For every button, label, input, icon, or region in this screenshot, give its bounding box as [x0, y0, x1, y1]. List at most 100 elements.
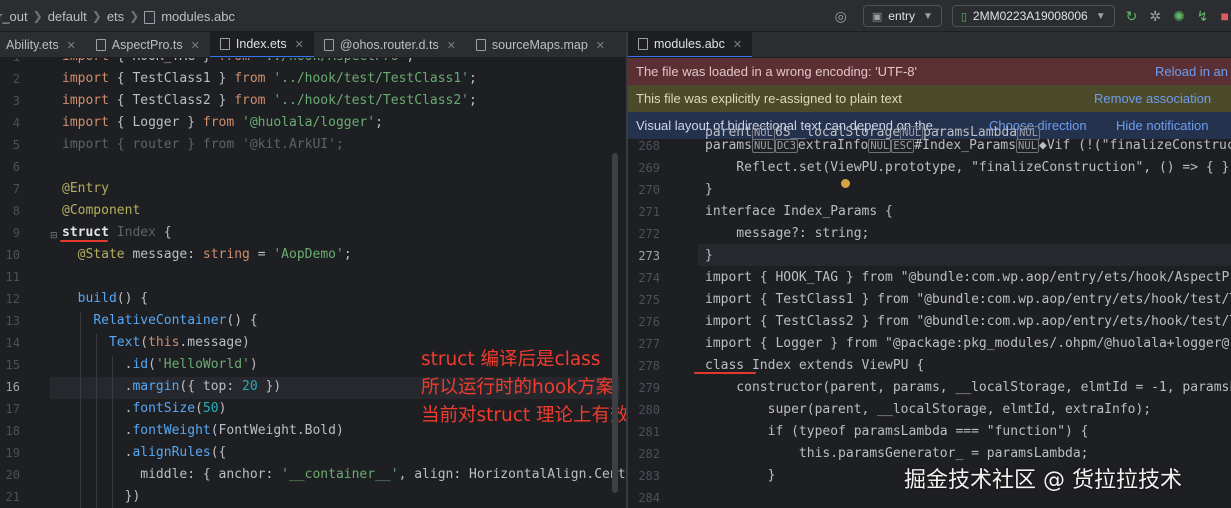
- phone-icon: ▯: [960, 10, 967, 23]
- editor-right[interactable]: The file was loaded in a wrong encoding:…: [628, 58, 1231, 508]
- target-icon[interactable]: ◎: [835, 8, 847, 25]
- line-number: 14: [5, 336, 20, 350]
- code-line: }): [62, 489, 141, 504]
- rerun-icon[interactable]: ↻: [1126, 8, 1138, 25]
- code-line: import { TestClass2 } from "@bundle:com.…: [705, 314, 1231, 329]
- annotation-line: struct 编译后是class: [421, 349, 601, 370]
- tab-ability[interactable]: Ability.ets ✕: [0, 32, 86, 57]
- scrollbar-thumb[interactable]: [612, 153, 618, 493]
- code-line: .fontSize(50): [62, 401, 227, 416]
- code-line: Text(this.message): [108, 335, 250, 350]
- chevron-down-icon: ▼: [1095, 10, 1106, 22]
- tab-aspectpro[interactable]: AspectPro.ts ✕: [86, 32, 210, 57]
- breadcrumb-item-out[interactable]: r_out: [0, 9, 28, 24]
- tab-label: Ability.ets: [6, 38, 59, 52]
- code-line: import { HOOK_TAG } from '../hook/Aspect…: [62, 58, 414, 68]
- line-number: 16: [5, 380, 20, 394]
- annotation-line: 当前对struct 理论上有效: [421, 405, 626, 426]
- code-line: }: [705, 248, 713, 263]
- file-icon: [475, 39, 486, 51]
- line-number: 10: [5, 248, 20, 262]
- banner-text: This file was explicitly re-assigned to …: [636, 91, 902, 106]
- chevron-right-icon: ❯: [32, 9, 43, 23]
- line-number: 2: [12, 72, 20, 86]
- line-number: 6: [12, 160, 20, 174]
- line-number: 18: [5, 424, 20, 438]
- close-icon[interactable]: ✕: [191, 39, 200, 52]
- line-number: 4: [12, 116, 20, 130]
- file-icon: [219, 38, 230, 50]
- code-line: .id('HelloWorld'): [62, 357, 258, 372]
- tab-sourcemaps[interactable]: sourceMaps.map ✕: [466, 32, 615, 57]
- breadcrumb-item-default[interactable]: default: [48, 9, 87, 24]
- class-underline: [694, 372, 756, 374]
- line-number: 5: [12, 138, 20, 152]
- code-line: }: [705, 182, 713, 197]
- editor-tabs-right: modules.abc ✕: [628, 32, 1231, 58]
- file-icon: [95, 39, 106, 51]
- device-label: 2MM0223A19008006: [972, 9, 1088, 23]
- breadcrumb-item-ets[interactable]: ets: [107, 9, 124, 24]
- hide-notification-link[interactable]: Hide notification: [1116, 118, 1209, 133]
- toolbar: ◎ ▣ entry ▼ ▯ 2MM0223A19008006 ▼ ↻ ✲ ✺ ↯…: [829, 0, 1231, 32]
- chevron-down-icon: ▼: [922, 10, 933, 22]
- reload-encoding-link[interactable]: Reload in an: [1155, 64, 1228, 79]
- bug-icon[interactable]: ✺: [1173, 8, 1185, 25]
- struct-underline: [60, 240, 108, 242]
- line-number: 13: [5, 314, 20, 328]
- code-line: .fontWeight(FontWeight.Bold): [62, 423, 344, 438]
- remove-association-link[interactable]: Remove association: [1094, 91, 1211, 106]
- code-line: constructor(parent, params, __localStora…: [705, 380, 1231, 395]
- attach-icon[interactable]: ↯: [1197, 8, 1209, 25]
- close-icon[interactable]: ✕: [67, 39, 76, 52]
- code-area: parent NUL 6S__localStorage NUL paramsLambda…: [628, 125, 1231, 508]
- tab-router[interactable]: @ohos.router.d.ts ✕: [314, 32, 466, 57]
- plain-text-banner: This file was explicitly re-assigned to …: [628, 85, 1231, 112]
- run-config-label: entry: [888, 9, 915, 23]
- run-config-dropdown[interactable]: ▣ entry ▼: [862, 5, 942, 27]
- tab-index[interactable]: Index.ets ✕: [209, 32, 314, 57]
- close-icon[interactable]: ✕: [596, 39, 605, 52]
- file-icon: [323, 39, 334, 51]
- chevron-right-icon: ❯: [91, 9, 102, 23]
- device-dropdown[interactable]: ▯ 2MM0223A19008006 ▼: [951, 5, 1115, 27]
- breadcrumb: r_out ❯ default ❯ ets ❯ modules.abc: [0, 0, 235, 32]
- code-line: build() {: [77, 291, 149, 306]
- stop-icon[interactable]: ■: [1221, 8, 1229, 24]
- line-number: 20: [5, 468, 20, 482]
- line-number: 17: [5, 402, 20, 416]
- close-icon[interactable]: ✕: [447, 39, 456, 52]
- code-line: Reflect.set(ViewPU.prototype, "finalizeC…: [705, 160, 1231, 175]
- tab-label: sourceMaps.map: [491, 38, 588, 52]
- annotation-line: 所以运行时的hook方案,: [421, 377, 620, 398]
- line-number: 1: [0, 58, 20, 68]
- code-line: import { Logger } from '@huolala/logger'…: [62, 115, 383, 130]
- debug-icon[interactable]: ✲: [1149, 8, 1161, 25]
- navigation-bar: r_out ❯ default ❯ ets ❯ modules.abc ◎ ▣ …: [0, 0, 1231, 32]
- tab-label: AspectPro.ts: [111, 38, 183, 52]
- code-line: RelativeContainer() {: [93, 313, 258, 328]
- current-line-highlight: [698, 244, 1231, 266]
- tab-modules-abc[interactable]: modules.abc ✕: [628, 32, 753, 57]
- code-line: }: [705, 468, 776, 483]
- line-number: 15: [5, 358, 20, 372]
- code-line: super(parent, __localStorage, elmtId, ex…: [705, 402, 1152, 417]
- editor-left[interactable]: 1 2 3 4 5 6 7 8 9 10 11 12 13 14 15 16 1…: [0, 58, 626, 508]
- bulb-icon[interactable]: [841, 179, 850, 188]
- line-number: 3: [12, 94, 20, 108]
- line-number: 11: [5, 270, 20, 284]
- line-number-gutter: 1 2 3 4 5 6 7 8 9 10 11 12 13 14 15 16 1…: [0, 58, 58, 508]
- close-icon[interactable]: ✕: [295, 38, 304, 51]
- editor-tabs-left: Ability.ets ✕ AspectPro.ts ✕ Index.ets ✕…: [0, 32, 626, 58]
- code-line: .margin({ top: 20 }): [62, 379, 282, 394]
- chevron-right-icon: ❯: [129, 9, 140, 23]
- line-number: 7: [12, 182, 20, 196]
- file-icon: [144, 10, 156, 24]
- code-line: import { Logger } from "@package:pkg_mod…: [705, 336, 1231, 351]
- breadcrumb-item-file[interactable]: modules.abc: [161, 9, 235, 24]
- fold-icon[interactable]: ⊟: [50, 230, 58, 241]
- line-number: 21: [5, 490, 20, 504]
- line-number: 12: [5, 292, 20, 306]
- code-line: middle: { anchor: '__container__', align…: [62, 467, 626, 482]
- close-icon[interactable]: ✕: [733, 38, 742, 51]
